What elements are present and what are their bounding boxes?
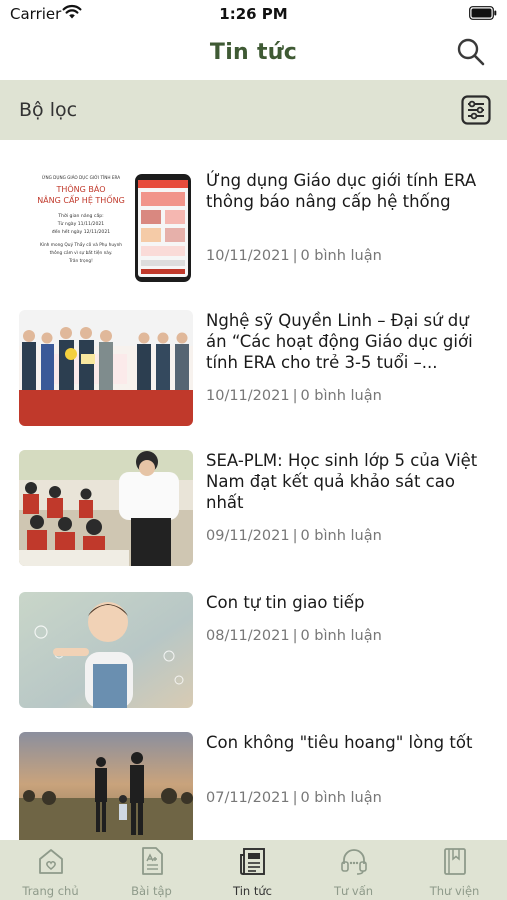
thumb-org: ỨNG DỤNG GIÁO DỤC GIỚI TÍNH ERA: [42, 175, 120, 180]
news-title: Nghệ sỹ Quyền Linh – Đại sứ dự án “Các h…: [206, 311, 473, 372]
news-meta: 10/11/2021 | 0 bình luận: [206, 388, 382, 404]
news-item[interactable]: Nghệ sỹ Quyền Linh – Đại sứ dự án “Các h…: [0, 280, 507, 426]
news-thumbnail-ceremony[interactable]: [19, 310, 193, 426]
news-date: 10/11/2021: [206, 248, 290, 264]
news-item[interactable]: ỨNG DỤNG GIÁO DỤC GIỚI TÍNH ERA THÔNG BÁ…: [0, 140, 507, 286]
news-thumbnail-child-bubbles[interactable]: [19, 592, 193, 708]
news-date: 09/11/2021: [206, 528, 290, 544]
news-title: SEA-PLM: Học sinh lớp 5 của Việt Nam đạt…: [206, 451, 478, 512]
news-date: 10/11/2021: [206, 388, 290, 404]
news-thumbnail-upgrade-notice[interactable]: ỨNG DỤNG GIÁO DỤC GIỚI TÍNH ERA THÔNG BÁ…: [19, 170, 193, 286]
tab-home-label: Trang chủ: [22, 884, 79, 898]
news-meta: 09/11/2021 | 0 bình luận: [206, 528, 382, 544]
tab-consulting-label: Tư vấn: [333, 884, 374, 898]
library-book-icon: [444, 848, 466, 875]
newspaper-icon: [240, 848, 265, 875]
news-thumbnail-family-sunset[interactable]: [19, 732, 193, 840]
tab-home[interactable]: Trang chủ: [0, 840, 101, 900]
news-comments: 0 bình luận: [300, 248, 382, 264]
exercise-document-icon: [142, 847, 163, 875]
page-title: Tin tức: [209, 40, 298, 65]
bottom-tab-bar: Trang chủ Bài tập Tin tức Tư vấn Thư việ…: [0, 840, 507, 900]
filter-bar[interactable]: Bộ lọc: [0, 80, 507, 140]
news-thumbnail-classroom[interactable]: [19, 450, 193, 566]
news-meta: 07/11/2021 | 0 bình luận: [206, 790, 382, 806]
news-comments: 0 bình luận: [300, 528, 382, 544]
tab-exercises[interactable]: Bài tập: [101, 840, 202, 900]
tab-consulting[interactable]: Tư vấn: [303, 840, 404, 900]
thumb-line6: Trân trọng!: [68, 257, 93, 264]
thumb-line3: đến hết ngày 12/11/2021: [52, 228, 110, 235]
news-item[interactable]: SEA-PLM: Học sinh lớp 5 của Việt Nam đạt…: [0, 420, 507, 566]
headset-icon: [341, 849, 367, 875]
news-date: 08/11/2021: [206, 628, 290, 644]
news-comments: 0 bình luận: [300, 388, 382, 404]
tab-exercises-label: Bài tập: [131, 884, 172, 898]
thumb-heading1: THÔNG BÁO: [55, 183, 105, 194]
news-meta: 08/11/2021 | 0 bình luận: [206, 628, 382, 644]
filter-sliders-icon[interactable]: [461, 95, 491, 125]
search-icon[interactable]: [455, 36, 487, 68]
tab-news-label: Tin tức: [233, 884, 272, 898]
news-title: Con tự tin giao tiếp: [206, 593, 365, 612]
thumb-line2: Từ ngày 11/11/2021: [57, 220, 105, 227]
tab-news[interactable]: Tin tức: [202, 840, 303, 900]
tab-library[interactable]: Thư viện: [404, 840, 505, 900]
news-title: Con không "tiêu hoang" lòng tốt: [206, 733, 473, 752]
news-list[interactable]: ỨNG DỤNG GIÁO DỤC GIỚI TÍNH ERA THÔNG BÁ…: [0, 140, 507, 840]
home-heart-icon: [39, 849, 63, 874]
news-meta: 10/11/2021 | 0 bình luận: [206, 248, 382, 264]
tab-library-label: Thư viện: [429, 884, 480, 898]
news-comments: 0 bình luận: [300, 628, 382, 644]
battery-icon: [469, 6, 497, 20]
news-comments: 0 bình luận: [300, 790, 382, 806]
thumb-line1: Thời gian nâng cấp:: [57, 212, 104, 219]
news-item[interactable]: Con không "tiêu hoang" lòng tốt 07/11/20…: [0, 702, 507, 840]
status-bar: Carrier 1:26 PM: [0, 0, 507, 30]
clock: 1:26 PM: [219, 5, 288, 23]
news-title: Ứng dụng Giáo dục giới tính ERA thông bá…: [206, 171, 477, 211]
news-date: 07/11/2021: [206, 790, 290, 806]
filter-label: Bộ lọc: [19, 99, 78, 121]
thumb-line5: thông cảm vì sự bất tiện này.: [50, 249, 113, 256]
app-header: Tin tức: [0, 30, 507, 78]
news-item[interactable]: Con tự tin giao tiếp 08/11/2021 | 0 bình l…: [0, 562, 507, 708]
